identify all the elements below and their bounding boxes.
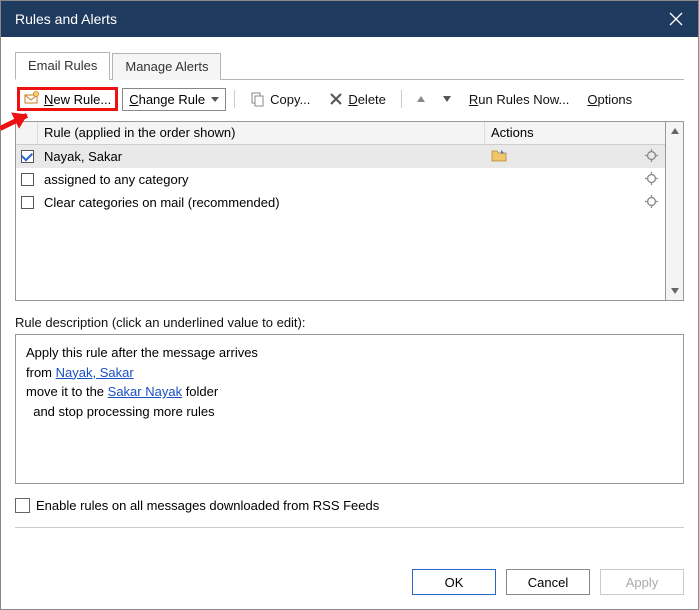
scroll-down-icon[interactable] xyxy=(666,282,683,300)
rule-checkbox[interactable] xyxy=(21,173,34,186)
desc-line: Apply this rule after the message arrive… xyxy=(26,343,673,363)
triangle-down-icon xyxy=(443,96,451,102)
rules-grid[interactable]: Rule (applied in the order shown) Action… xyxy=(15,121,666,301)
cancel-button[interactable]: Cancel xyxy=(506,569,590,595)
separator xyxy=(401,90,402,108)
run-rules-label: Run Rules Now... xyxy=(469,92,569,107)
dialog-title: Rules and Alerts xyxy=(15,11,117,27)
tab-email-rules[interactable]: Email Rules xyxy=(15,52,110,80)
rules-and-alerts-dialog: Rules and Alerts Email Rules Manage Aler… xyxy=(0,0,699,610)
options-button[interactable]: Options xyxy=(580,88,639,111)
move-down-button[interactable] xyxy=(436,92,458,106)
desc-line: from Nayak, Sakar xyxy=(26,363,673,383)
rss-checkbox[interactable] xyxy=(15,498,30,513)
toolbar: New Rule... Change Rule Copy... Delete xyxy=(15,80,684,121)
gear-icon xyxy=(644,171,659,189)
grid-header: Rule (applied in the order shown) Action… xyxy=(16,122,665,145)
close-icon[interactable] xyxy=(668,11,684,27)
delete-button[interactable]: Delete xyxy=(321,87,393,111)
table-row[interactable]: Nayak, Sakar xyxy=(16,145,665,168)
rule-name: Nayak, Sakar xyxy=(38,149,485,164)
separator xyxy=(15,527,684,528)
chevron-down-icon xyxy=(211,97,219,102)
dialog-footer: OK Cancel Apply xyxy=(1,557,698,609)
tab-manage-alerts[interactable]: Manage Alerts xyxy=(112,53,221,80)
rule-checkbox[interactable] xyxy=(21,196,34,209)
triangle-up-icon xyxy=(417,96,425,102)
rss-checkbox-row[interactable]: Enable rules on all messages downloaded … xyxy=(15,498,684,513)
delete-label: Delete xyxy=(348,92,386,107)
scrollbar[interactable] xyxy=(666,121,684,301)
from-link[interactable]: Nayak, Sakar xyxy=(56,365,134,380)
folder-icon xyxy=(491,148,507,165)
options-label: Options xyxy=(587,92,632,107)
move-up-button[interactable] xyxy=(410,92,432,106)
table-row[interactable]: Clear categories on mail (recommended) xyxy=(16,191,665,214)
delete-icon xyxy=(328,91,344,107)
tabs: Email Rules Manage Alerts xyxy=(15,51,684,80)
description-box: Apply this rule after the message arrive… xyxy=(15,334,684,484)
description-label: Rule description (click an underlined va… xyxy=(15,315,684,330)
copy-icon xyxy=(250,91,266,107)
new-rule-button[interactable]: New Rule... xyxy=(17,87,118,111)
run-rules-now-button[interactable]: Run Rules Now... xyxy=(462,88,576,111)
change-rule-label: Change Rule xyxy=(129,92,205,107)
copy-label: Copy... xyxy=(270,92,310,107)
scroll-up-icon[interactable] xyxy=(666,122,683,140)
new-rule-label: New Rule... xyxy=(44,92,111,107)
apply-button[interactable]: Apply xyxy=(600,569,684,595)
rss-checkbox-label: Enable rules on all messages downloaded … xyxy=(36,498,379,513)
rule-checkbox[interactable] xyxy=(21,150,34,163)
desc-line: move it to the Sakar Nayak folder xyxy=(26,382,673,402)
desc-line: and stop processing more rules xyxy=(26,402,673,422)
titlebar: Rules and Alerts xyxy=(1,1,698,37)
envelope-icon xyxy=(24,91,40,107)
ok-button[interactable]: OK xyxy=(412,569,496,595)
separator xyxy=(234,90,235,108)
rule-name: assigned to any category xyxy=(38,172,485,187)
gear-icon xyxy=(644,148,659,166)
folder-link[interactable]: Sakar Nayak xyxy=(108,384,182,399)
header-actions: Actions xyxy=(485,122,665,144)
gear-icon xyxy=(644,194,659,212)
table-row[interactable]: assigned to any category xyxy=(16,168,665,191)
change-rule-button[interactable]: Change Rule xyxy=(122,88,226,111)
copy-button[interactable]: Copy... xyxy=(243,87,317,111)
header-rule: Rule (applied in the order shown) xyxy=(38,122,485,144)
rule-name: Clear categories on mail (recommended) xyxy=(38,195,485,210)
